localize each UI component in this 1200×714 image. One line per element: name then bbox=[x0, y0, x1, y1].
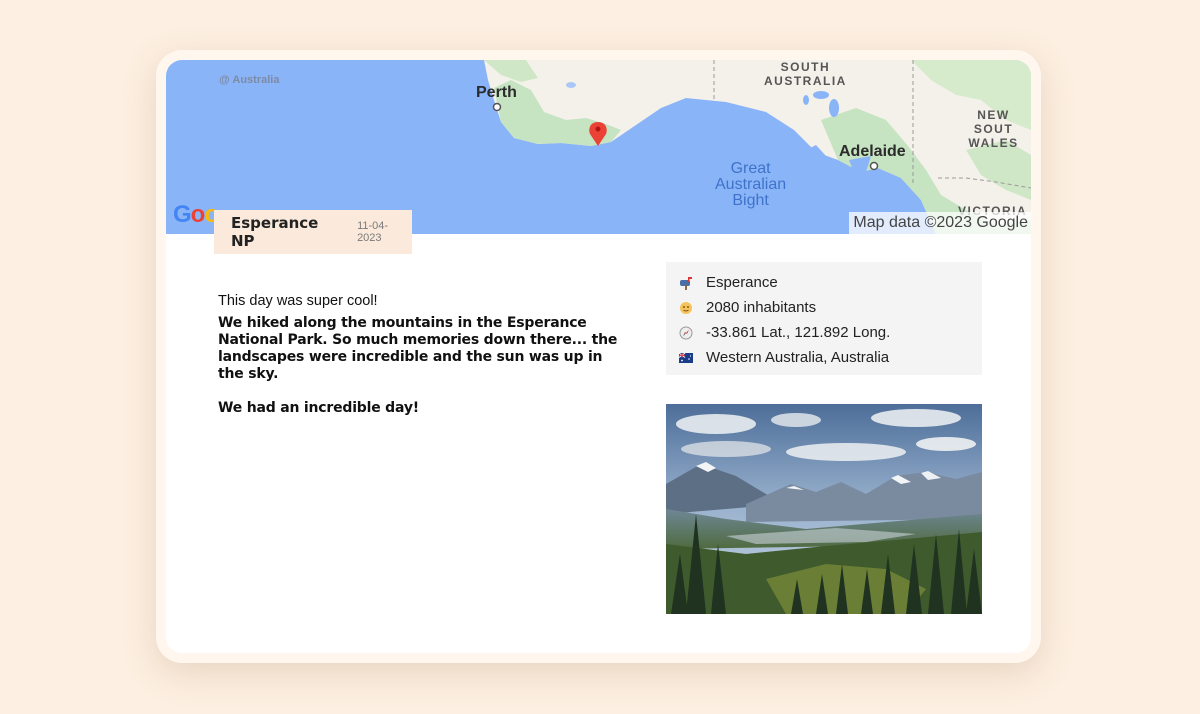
info-row-population: 2080 inhabitants bbox=[679, 295, 982, 320]
google-logo: Goo bbox=[173, 201, 219, 228]
adelaide-city-marker bbox=[869, 161, 879, 171]
map-label-great-australian-bight: Great Australian Bight bbox=[715, 160, 787, 209]
person-icon bbox=[679, 301, 693, 315]
map-view[interactable]: SOUTH AUSTRALIA NEW SOUT WALES VICTORIA … bbox=[166, 60, 1031, 234]
entry-intro: This day was super cool! bbox=[218, 293, 378, 309]
location-info-card: Esperance 2080 inhabitants -33.861 Lat.,… bbox=[666, 262, 982, 375]
map-label-perth: Perth bbox=[476, 84, 517, 101]
perth-city-marker bbox=[492, 102, 502, 112]
tablet-frame: SOUTH AUSTRALIA NEW SOUT WALES VICTORIA … bbox=[156, 50, 1041, 663]
entry-body: This day was super cool! We hiked along … bbox=[218, 293, 628, 417]
compass-icon bbox=[679, 326, 693, 340]
app-screen: SOUTH AUSTRALIA NEW SOUT WALES VICTORIA … bbox=[166, 60, 1031, 653]
landscape-photo[interactable] bbox=[666, 404, 982, 614]
map-attribution[interactable]: Map data ©2023 Google bbox=[849, 212, 1031, 234]
info-region: Western Australia, Australia bbox=[706, 349, 890, 366]
map-label-south-australia: SOUTH AUSTRALIA bbox=[764, 60, 847, 88]
info-population: 2080 inhabitants bbox=[706, 299, 817, 316]
entry-paragraph: We had an incredible day! bbox=[218, 400, 419, 416]
info-place: Esperance bbox=[706, 274, 778, 291]
entry-title-tab: Esperance NP 11-04-2023 bbox=[214, 210, 412, 254]
mailbox-icon bbox=[679, 276, 693, 290]
map-location-label: @ Australia bbox=[219, 74, 280, 86]
australia-flag-icon bbox=[679, 351, 693, 365]
entry-title: Esperance NP bbox=[231, 214, 319, 250]
info-row-place: Esperance bbox=[679, 270, 982, 295]
map-label-new-south-wales: NEW SOUT WALES bbox=[968, 108, 1019, 150]
info-coordinates: -33.861 Lat., 121.892 Long. bbox=[706, 324, 891, 341]
entry-date: 11-04-2023 bbox=[357, 220, 389, 244]
entry-paragraph: We hiked along the mountains in the Espe… bbox=[218, 315, 618, 382]
info-row-region: Western Australia, Australia bbox=[679, 345, 982, 370]
map-label-adelaide: Adelaide bbox=[839, 143, 906, 160]
info-row-coordinates: -33.861 Lat., 121.892 Long. bbox=[679, 320, 982, 345]
